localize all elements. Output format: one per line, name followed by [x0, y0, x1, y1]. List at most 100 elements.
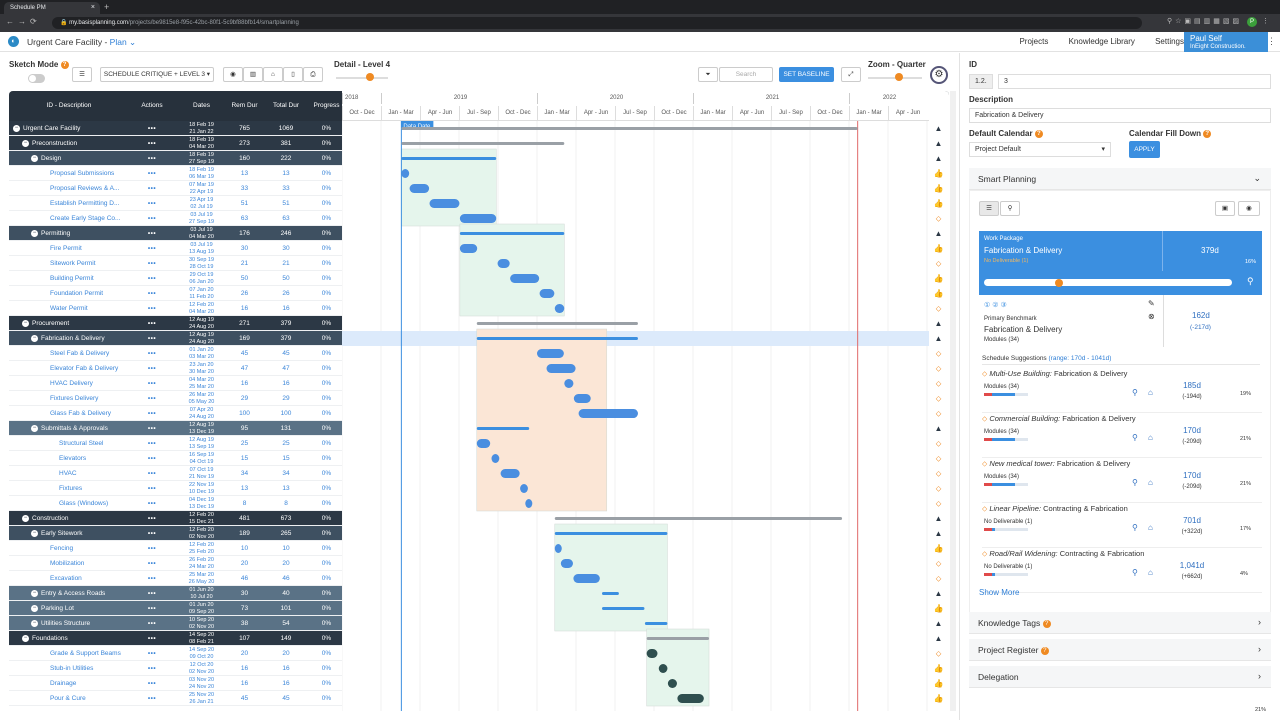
- warning-icon[interactable]: ▲: [933, 123, 944, 134]
- task-bar[interactable]: [510, 274, 540, 283]
- row-actions-menu[interactable]: •••: [129, 631, 175, 646]
- task-bar[interactable]: [564, 379, 574, 388]
- calendar-select[interactable]: Project Default ▾: [969, 142, 1111, 157]
- visibility-icon[interactable]: ◉: [223, 67, 243, 82]
- table-row[interactable]: HVAC Delivery ••• 04 Mar 20 25 Mar 20 16 16 0%: [9, 376, 342, 391]
- collapse-icon[interactable]: −: [22, 514, 29, 522]
- row-actions-menu[interactable]: •••: [129, 331, 175, 346]
- row-actions-menu[interactable]: •••: [129, 601, 175, 616]
- location-pin-icon[interactable]: ⬦: [933, 438, 944, 449]
- collapse-icon[interactable]: −: [31, 604, 38, 612]
- row-actions-menu[interactable]: •••: [129, 466, 175, 481]
- nav-knowledge-library[interactable]: Knowledge Library: [1069, 37, 1135, 46]
- table-row[interactable]: Water Permit ••• 12 Feb 20 04 Mar 20 16 16 0%: [9, 301, 342, 316]
- id-field[interactable]: 3: [998, 74, 1271, 89]
- row-actions-menu[interactable]: •••: [129, 511, 175, 526]
- delegation-header[interactable]: Delegation ›: [969, 666, 1271, 688]
- row-name[interactable]: − Preconstruction: [9, 136, 129, 151]
- row-actions-menu[interactable]: •••: [129, 481, 175, 496]
- user-badge[interactable]: Paul Self InEight Construction.: [1184, 32, 1268, 52]
- row-name[interactable]: Fencing: [9, 541, 129, 556]
- show-more-link[interactable]: Show More: [979, 588, 1019, 597]
- table-row[interactable]: Establish Permitting D... ••• 23 Apr 19 02 …: [9, 196, 342, 211]
- row-actions-menu[interactable]: •••: [129, 526, 175, 541]
- row-actions-menu[interactable]: •••: [129, 271, 175, 286]
- summary-bar[interactable]: [476, 337, 638, 340]
- row-name[interactable]: Sitework Permit: [9, 256, 129, 271]
- task-bar[interactable]: [459, 214, 497, 223]
- task-bar[interactable]: [646, 649, 658, 658]
- row-name[interactable]: Fixtures Delivery: [9, 391, 129, 406]
- location-pin-icon[interactable]: ⬦: [933, 558, 944, 569]
- thumbs-up-icon[interactable]: 👍: [933, 288, 944, 299]
- row-actions-menu[interactable]: •••: [129, 451, 175, 466]
- summary-bar[interactable]: [476, 427, 530, 430]
- row-actions-menu[interactable]: •••: [129, 151, 175, 166]
- row-actions-menu[interactable]: •••: [129, 496, 175, 511]
- table-row[interactable]: − Fabrication & Delivery ••• 12 Aug 19 24 Au…: [9, 331, 342, 346]
- apply-button[interactable]: APPLY: [1129, 141, 1160, 158]
- suggestion-item[interactable]: ⬦ Multi-Use Building: Fabrication & Deli…: [982, 369, 1262, 413]
- row-name[interactable]: Fire Permit: [9, 241, 129, 256]
- task-bar[interactable]: [401, 169, 410, 178]
- row-name[interactable]: Elevator Fab & Delivery: [9, 361, 129, 376]
- thumbs-up-icon[interactable]: 👍: [933, 198, 944, 209]
- summary-bar[interactable]: [401, 127, 858, 130]
- camera-icon[interactable]: ◉: [1238, 201, 1260, 216]
- task-bar[interactable]: [476, 439, 491, 448]
- task-bar[interactable]: [573, 394, 591, 403]
- vertical-scrollbar[interactable]: [950, 91, 956, 711]
- row-actions-menu[interactable]: •••: [129, 136, 175, 151]
- collapse-icon[interactable]: −: [31, 334, 38, 342]
- nav-settings[interactable]: Settings: [1155, 37, 1184, 46]
- suggestion-item[interactable]: ⬦ New medical tower: Fabrication & Deliv…: [982, 459, 1262, 503]
- thumbs-up-icon[interactable]: 👍: [933, 678, 944, 689]
- summary-bar[interactable]: [602, 607, 645, 610]
- row-name[interactable]: − Parking Lot: [9, 601, 129, 616]
- row-actions-menu[interactable]: •••: [129, 391, 175, 406]
- hierarchy-icon[interactable]: ⌂: [1148, 388, 1153, 397]
- extensions-icons[interactable]: ⚲☆▣▤▥▦▧▨ P ⋮: [1167, 17, 1272, 27]
- row-name[interactable]: − Utilities Structure: [9, 616, 129, 631]
- row-actions-menu[interactable]: •••: [129, 226, 175, 241]
- row-actions-menu[interactable]: •••: [129, 646, 175, 661]
- warning-icon[interactable]: ▲: [933, 513, 944, 524]
- detail-slider[interactable]: [336, 77, 388, 79]
- collapse-icon[interactable]: −: [31, 529, 38, 537]
- row-name[interactable]: Establish Permitting D...: [9, 196, 129, 211]
- table-row[interactable]: Glass Fab & Delivery ••• 07 Apr 20 24 Aug 2…: [9, 406, 342, 421]
- table-row[interactable]: Foundation Permit ••• 07 Jan 20 11 Feb 20 26…: [9, 286, 342, 301]
- row-actions-menu[interactable]: •••: [129, 241, 175, 256]
- location-pin-icon[interactable]: ⬦: [933, 468, 944, 479]
- table-row[interactable]: − Submittals & Approvals ••• 12 Aug 19 13 De…: [9, 421, 342, 436]
- warning-icon[interactable]: ▲: [933, 333, 944, 344]
- warning-icon[interactable]: ▲: [933, 153, 944, 164]
- hierarchy-icon[interactable]: ⌂: [1148, 478, 1153, 487]
- thumbs-up-icon[interactable]: 👍: [933, 183, 944, 194]
- task-bar[interactable]: [554, 304, 565, 313]
- row-actions-menu[interactable]: •••: [129, 166, 175, 181]
- location-pin-icon[interactable]: ⬦: [933, 378, 944, 389]
- detail-slider-knob[interactable]: [366, 73, 374, 81]
- row-actions-menu[interactable]: •••: [129, 346, 175, 361]
- row-actions-menu[interactable]: •••: [129, 316, 175, 331]
- table-row[interactable]: Elevator Fab & Delivery ••• 23 Jan 20 30 Ma…: [9, 361, 342, 376]
- task-bar[interactable]: [497, 259, 510, 268]
- table-row[interactable]: Structural Steel ••• 12 Aug 19 13 Sep 19 25 2…: [9, 436, 342, 451]
- row-name[interactable]: Excavation: [9, 571, 129, 586]
- row-actions-menu[interactable]: •••: [129, 286, 175, 301]
- magic-wand-icon[interactable]: ✎: [1148, 299, 1155, 308]
- warning-icon[interactable]: ▲: [933, 618, 944, 629]
- table-row[interactable]: − Urgent Care Facility ••• 18 Feb 19 21 Jan …: [9, 121, 342, 136]
- thumbs-up-icon[interactable]: 👍: [933, 168, 944, 179]
- zoom-slider-knob[interactable]: [895, 73, 903, 81]
- table-row[interactable]: Mobilization ••• 26 Feb 20 24 Mar 20 20 20 0%: [9, 556, 342, 571]
- table-row[interactable]: − Early Sitework ••• 12 Feb 20 02 Nov 20 189 2…: [9, 526, 342, 541]
- collapse-icon[interactable]: −: [22, 319, 29, 327]
- row-actions-menu[interactable]: •••: [129, 691, 175, 706]
- task-bar[interactable]: [429, 199, 460, 208]
- row-name[interactable]: Fixtures: [9, 481, 129, 496]
- duration-slider-knob[interactable]: [1055, 279, 1063, 287]
- collapse-icon[interactable]: −: [22, 139, 29, 147]
- row-name[interactable]: Pour & Cure: [9, 691, 129, 706]
